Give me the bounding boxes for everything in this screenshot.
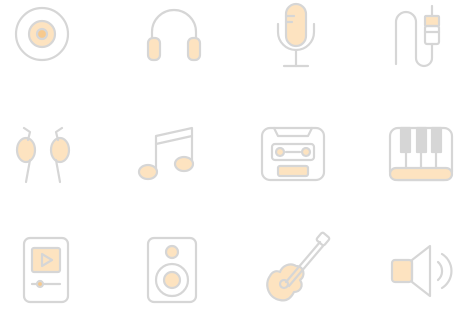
microphone-icon — [264, 2, 328, 68]
media-player-icon — [14, 236, 78, 304]
volume-icon — [390, 240, 454, 304]
headphones-icon — [142, 2, 206, 66]
earbuds-icon — [12, 120, 76, 184]
cassette-tape-icon — [260, 122, 326, 186]
speaker-icon — [140, 236, 204, 304]
music-note-icon — [136, 124, 200, 188]
acoustic-guitar-icon — [262, 231, 331, 302]
piano-keys-icon — [388, 122, 454, 186]
audio-jack-cable-icon — [388, 2, 452, 68]
music-icon-grid — [0, 0, 454, 319]
vinyl-disc-icon — [10, 2, 74, 66]
